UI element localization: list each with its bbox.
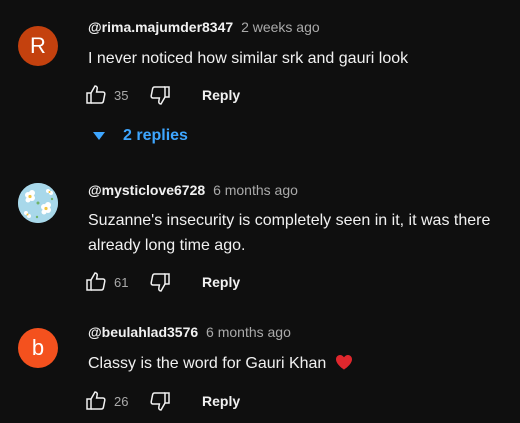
comment-author[interactable]: @mysticlove6728 (88, 182, 205, 198)
dislike-button[interactable] (148, 389, 172, 413)
comment-actions: 61 Reply (84, 270, 240, 294)
thumbs-up-icon (86, 272, 106, 291)
like-button[interactable] (84, 389, 108, 413)
thumbs-up-icon (86, 391, 106, 410)
comment-text: I never noticed how similar srk and gaur… (88, 50, 409, 67)
comment-text-body: Classy is the word for Gauri Khan (88, 355, 327, 372)
reply-button[interactable]: Reply (202, 393, 240, 409)
avatar[interactable]: R (18, 26, 58, 66)
comment-timestamp[interactable]: 2 weeks ago (241, 19, 320, 35)
like-button[interactable] (84, 270, 108, 294)
thumbs-down-icon (150, 86, 170, 105)
reply-button[interactable]: Reply (202, 274, 240, 290)
like-count: 26 (114, 393, 129, 409)
comment-actions: 26 Reply (84, 389, 240, 413)
comment-actions: 35 Reply (84, 83, 240, 107)
avatar-letter: R (30, 33, 46, 58)
comment-header: @beulahlad3576 6 months ago (88, 324, 291, 340)
avatar[interactable]: b (18, 328, 58, 368)
reply-button[interactable]: Reply (202, 87, 240, 103)
dislike-button[interactable] (148, 83, 172, 107)
comment-header: @mysticlove6728 6 months ago (88, 182, 298, 198)
caret-down-icon (93, 132, 105, 140)
show-replies-button[interactable]: 2 replies (93, 127, 188, 145)
thumbs-down-icon (150, 273, 170, 292)
thumbs-down-icon (150, 392, 170, 411)
dislike-button[interactable] (148, 270, 172, 294)
like-count: 61 (114, 274, 129, 290)
like-button[interactable] (84, 83, 108, 107)
comment-timestamp[interactable]: 6 months ago (213, 182, 298, 198)
comment-timestamp[interactable]: 6 months ago (206, 324, 291, 340)
flower-pattern-avatar-image (18, 183, 58, 223)
replies-count-label: 2 replies (123, 127, 188, 144)
thumbs-up-icon (86, 85, 106, 104)
comment-text: Classy is the word for Gauri Khan (88, 351, 498, 376)
avatar-letter: b (31, 335, 45, 360)
comment-author[interactable]: @beulahlad3576 (88, 324, 198, 340)
comment-header: @rima.majumder8347 2 weeks ago (88, 19, 320, 35)
avatar[interactable] (18, 183, 58, 223)
like-count: 35 (114, 87, 129, 103)
comment-text: Suzanne's insecurity is completely seen … (88, 212, 491, 254)
comment-author[interactable]: @rima.majumder8347 (88, 19, 233, 35)
heart-emoji-icon (335, 355, 352, 370)
